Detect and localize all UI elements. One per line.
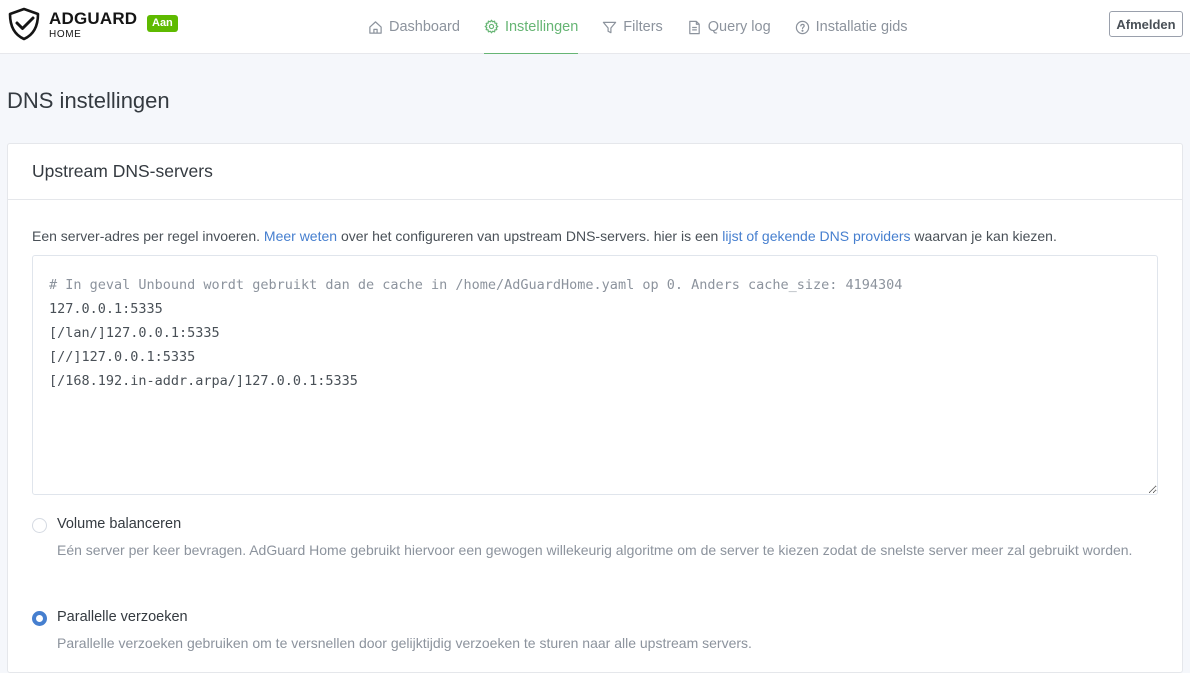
filter-icon xyxy=(603,21,617,33)
load-balancing-label[interactable]: Volume balanceren xyxy=(57,516,181,532)
nav-instellingen[interactable]: Instellingen xyxy=(483,0,579,54)
upstream-line: [/lan/]127.0.0.1:5335 xyxy=(49,325,220,341)
main-nav: Dashboard Instellingen Filters Query log xyxy=(368,0,932,54)
nav-dashboard[interactable]: Dashboard xyxy=(368,0,460,54)
nav-query-log[interactable]: Query log xyxy=(687,0,771,54)
upstream-dns-card: Upstream DNS-servers Een server-adres pe… xyxy=(7,143,1183,673)
upstream-line: [//]127.0.0.1:5335 xyxy=(49,349,196,365)
nav-filters[interactable]: Filters xyxy=(602,0,663,54)
desc-text-2: over het configureren van upstream DNS-s… xyxy=(337,228,723,244)
parallel-requests-label[interactable]: Parallelle verzoeken xyxy=(57,609,188,625)
nav-installatie-gids[interactable]: Installatie gids xyxy=(795,0,908,54)
logout-button[interactable]: Afmelden xyxy=(1109,11,1183,37)
document-icon xyxy=(688,20,700,34)
help-circle-icon xyxy=(795,20,809,34)
nav-query-log-label: Query log xyxy=(707,19,771,35)
upstream-line: 127.0.0.1:5335 xyxy=(49,301,163,317)
adguard-shield-logo-icon[interactable] xyxy=(7,7,41,41)
nav-filters-label: Filters xyxy=(623,19,663,35)
page-title: DNS instellingen xyxy=(7,88,170,113)
nav-dashboard-label: Dashboard xyxy=(389,19,460,35)
card-title: Upstream DNS-servers xyxy=(8,144,1182,200)
desc-text-3: waarvan je kan kiezen. xyxy=(910,228,1057,244)
brand-sub: HOME xyxy=(49,29,82,40)
upstream-line-comment: # In geval Unbound wordt gebruikt dan de… xyxy=(49,277,903,293)
brand: ADGUARD HOME xyxy=(49,10,137,40)
nav-installatie-gids-label: Installatie gids xyxy=(815,19,908,35)
home-icon xyxy=(369,20,382,34)
gear-icon xyxy=(484,19,499,34)
parallel-requests-desc: Parallelle verzoeken gebruiken om te ver… xyxy=(57,635,752,651)
desc-text-1: Een server-adres per regel invoeren. xyxy=(32,228,264,244)
upstream-servers-textarea[interactable]: # In geval Unbound wordt gebruikt dan de… xyxy=(32,255,1158,495)
upstream-description: Een server-adres per regel invoeren. Mee… xyxy=(32,228,1057,244)
upstream-line: [/168.192.in-addr.arpa/]127.0.0.1:5335 xyxy=(49,373,358,389)
top-header: ADGUARD HOME Aan Dashboard Instellingen … xyxy=(0,0,1190,54)
brand-name: ADGUARD xyxy=(49,9,138,28)
status-badge: Aan xyxy=(147,15,178,32)
load-balancing-desc: Eén server per keer bevragen. AdGuard Ho… xyxy=(57,542,1133,558)
learn-more-link[interactable]: Meer weten xyxy=(264,228,337,244)
dns-providers-link[interactable]: lijst of gekende DNS providers xyxy=(722,228,910,244)
parallel-requests-radio[interactable] xyxy=(32,611,47,626)
nav-instellingen-label: Instellingen xyxy=(504,18,579,35)
load-balancing-radio[interactable] xyxy=(32,518,47,533)
